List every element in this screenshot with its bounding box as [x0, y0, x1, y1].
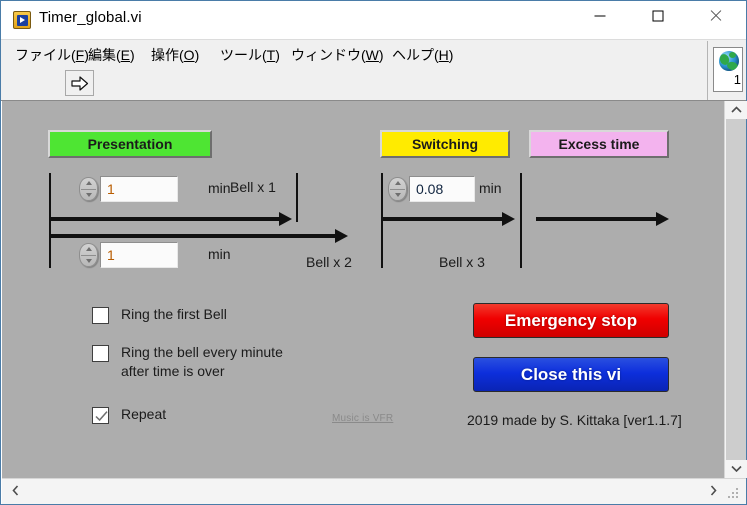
timeline-arrow-4-line [536, 217, 658, 221]
vertical-scroll-thumb[interactable] [726, 119, 746, 461]
checkbox-label: Ring the first Bell [121, 306, 227, 322]
chevron-left-icon [11, 485, 18, 496]
run-button[interactable] [65, 70, 94, 96]
front-panel-canvas: Presentation Switching Excess time 1 min… [2, 101, 724, 478]
spinner-bell3[interactable] [388, 177, 407, 201]
checkbox-box[interactable] [92, 345, 109, 362]
vi-indicator-box[interactable]: 1 [713, 47, 743, 92]
close-vi-button[interactable]: Close this vi [473, 357, 669, 392]
bell1-unit-label: min [208, 180, 231, 196]
checkbox-label: Repeat [121, 406, 167, 422]
timeline-arrow-3-head [502, 212, 515, 226]
globe-icon [719, 51, 739, 71]
menu-item-operate[interactable]: 操作(O) [147, 44, 203, 66]
menu-item-tools[interactable]: ツール(T) [216, 44, 284, 66]
numeric-control-bell2[interactable]: 1 [79, 242, 209, 268]
close-icon [709, 9, 723, 23]
minimize-icon [594, 15, 605, 17]
run-arrow-icon [71, 76, 89, 91]
chevron-right-icon [710, 485, 717, 496]
music-is-vfr-link[interactable]: Music is VFR [332, 413, 393, 424]
checkbox-box[interactable] [92, 407, 109, 424]
chevron-up-icon [730, 106, 742, 113]
bell-x-1-label: Bell x 1 [230, 179, 276, 195]
phase-label-excess-time[interactable]: Excess time [529, 130, 669, 158]
tool-bar [1, 65, 746, 101]
spinner-bell2[interactable] [79, 243, 98, 267]
bell-x-2-label: Bell x 2 [306, 254, 352, 270]
bell1-minutes-input[interactable]: 1 [100, 176, 178, 202]
spinner-bell1[interactable] [79, 177, 98, 201]
timeline-arrow-3-line [382, 217, 504, 221]
horizontal-scrollbar[interactable] [2, 478, 746, 504]
timeline-arrow-4-head [656, 212, 669, 226]
bell2-minutes-input[interactable]: 1 [100, 242, 178, 268]
vi-indicator-panel: 1 [707, 41, 746, 100]
scroll-down-button[interactable] [725, 460, 747, 478]
phase-label-presentation[interactable]: Presentation [48, 130, 212, 158]
timeline-arrow-2-head [335, 229, 348, 243]
menu-bar: ファイル(F) 編集(E) 操作(O) ツール(T) ウィンドウ(W) ヘルプ(… [1, 39, 746, 65]
labview-vi-icon [13, 11, 31, 29]
vi-instance-count: 1 [733, 72, 741, 87]
maximize-icon [652, 10, 663, 22]
labview-front-panel-window: Timer_global.vi ファイル(F) 編集(E) 操作(O) ツール(… [0, 0, 747, 505]
maximize-button[interactable] [635, 1, 680, 31]
menu-item-window[interactable]: ウィンドウ(W) [287, 44, 388, 66]
scroll-up-button[interactable] [725, 101, 747, 119]
menu-item-help[interactable]: ヘルプ(H) [388, 44, 457, 66]
checkbox-box[interactable] [92, 307, 109, 324]
numeric-control-bell1[interactable]: 1 [79, 176, 209, 202]
bell2-unit-label: min [208, 246, 231, 262]
title-bar: Timer_global.vi [1, 1, 746, 39]
checkbox-label: Ring the bell every minute [121, 344, 283, 360]
check-icon [95, 411, 108, 422]
bell3-minutes-input[interactable]: 0.08 [409, 176, 475, 202]
timeline-divider-bell3 [520, 173, 522, 268]
window-title: Timer_global.vi [39, 9, 142, 26]
timeline-divider-bell1 [296, 173, 298, 222]
timeline-arrow-2-line [49, 234, 337, 238]
bell3-unit-label: min [479, 180, 502, 196]
timeline-arrow-1-head [279, 212, 292, 226]
checkbox-label-line2: after time is over [121, 363, 225, 379]
resize-grip[interactable] [728, 488, 740, 500]
menu-item-edit[interactable]: 編集(E) [84, 44, 139, 66]
vertical-scrollbar[interactable] [724, 101, 747, 478]
minimize-button[interactable] [577, 1, 622, 31]
credit-text: 2019 made by S. Kittaka [ver1.1.7] [467, 412, 682, 428]
scroll-left-button[interactable] [4, 479, 26, 504]
scroll-right-button[interactable] [702, 479, 724, 504]
timeline-arrow-1-line [49, 217, 281, 221]
bell-x-3-label: Bell x 3 [439, 254, 485, 270]
phase-label-switching[interactable]: Switching [380, 130, 510, 158]
chevron-down-icon [730, 465, 742, 473]
close-button[interactable] [693, 1, 738, 31]
emergency-stop-button[interactable]: Emergency stop [473, 303, 669, 338]
menu-item-file[interactable]: ファイル(F) [11, 44, 93, 66]
